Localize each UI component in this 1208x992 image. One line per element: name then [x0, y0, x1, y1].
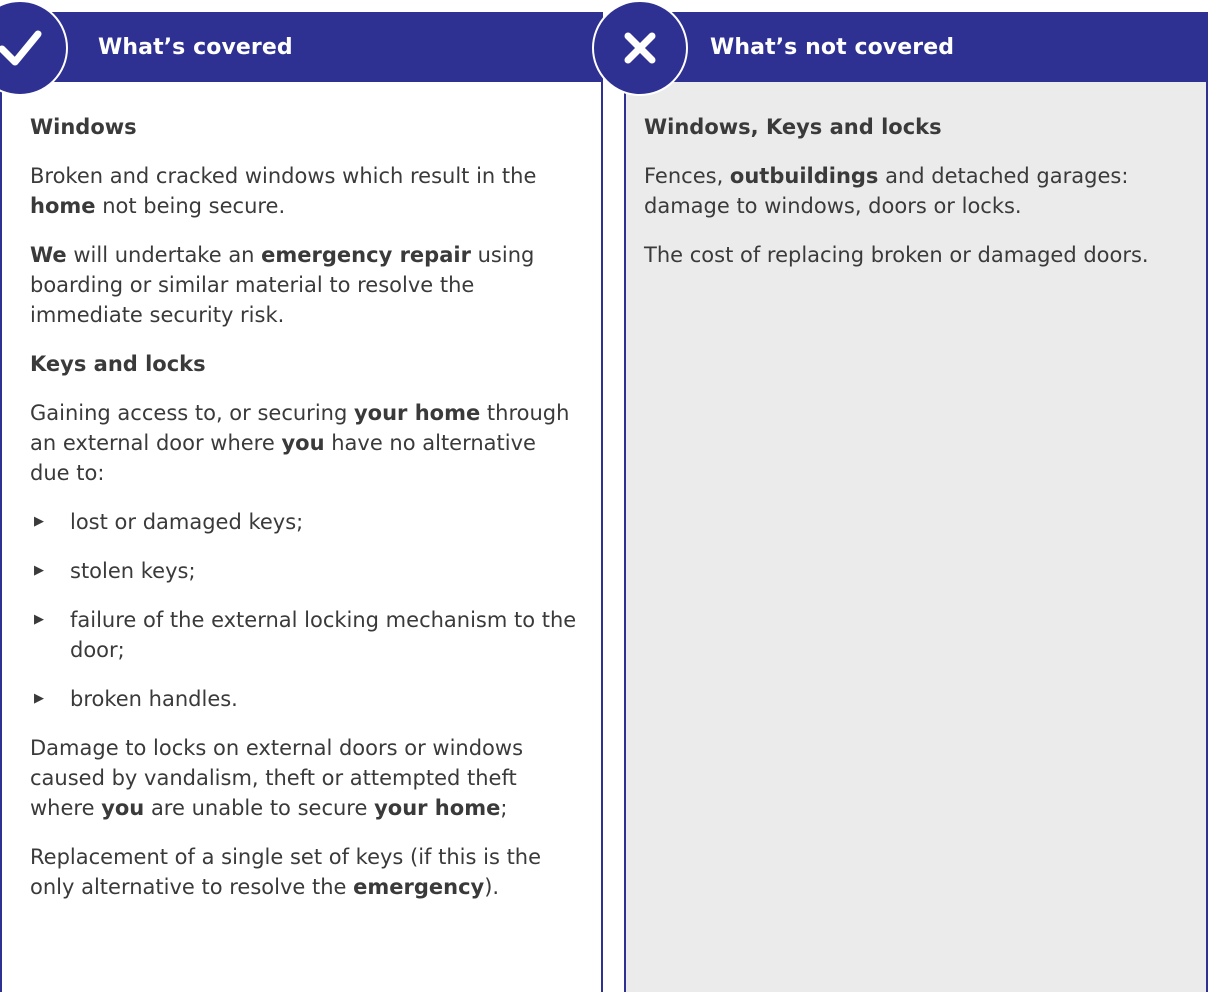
covered-content: Windows Broken and cracked windows which…: [30, 112, 577, 921]
list-item: ▶ broken handles.: [30, 684, 577, 714]
windows-paragraph-2: We will undertake an emergency repair us…: [30, 243, 535, 327]
not-covered-content: Windows, Keys and locks Fences, outbuild…: [644, 112, 1182, 289]
keys-bullet-list: ▶ lost or damaged keys; ▶ stolen keys; ▶ fa…: [30, 507, 577, 714]
not-covered-column: What’s not covered Windows, Keys and loc…: [592, 0, 1208, 992]
policy-coverage-page: What’s covered Windows Broken and cracke…: [0, 0, 1208, 992]
not-covered-header-bar: What’s not covered: [624, 12, 1208, 82]
triangle-bullet-icon: ▶: [34, 612, 44, 627]
windows-heading: Windows: [30, 115, 137, 139]
covered-column: What’s covered Windows Broken and cracke…: [0, 0, 603, 992]
not-covered-heading: Windows, Keys and locks: [644, 115, 942, 139]
covered-header-bar: What’s covered: [0, 12, 603, 82]
covered-header-title: What’s covered: [98, 34, 293, 60]
not-covered-paragraph-2: The cost of replacing broken or damaged …: [644, 243, 1149, 267]
windows-paragraph-1: Broken and cracked windows which result …: [30, 164, 537, 218]
triangle-bullet-icon: ▶: [34, 563, 44, 578]
damage-paragraph: Damage to locks on external doors or win…: [30, 736, 524, 820]
replacement-paragraph: Replacement of a single set of keys (if …: [30, 845, 542, 899]
keys-heading: Keys and locks: [30, 352, 206, 376]
triangle-bullet-icon: ▶: [34, 691, 44, 706]
keys-paragraph-1: Gaining access to, or securing your home…: [30, 401, 570, 485]
list-item: ▶ failure of the external locking mechani…: [30, 605, 577, 665]
list-item: ▶ lost or damaged keys;: [30, 507, 577, 537]
not-covered-header-title: What’s not covered: [710, 34, 955, 60]
triangle-bullet-icon: ▶: [34, 514, 44, 529]
cross-icon: [592, 0, 688, 96]
list-item: ▶ stolen keys;: [30, 556, 577, 586]
not-covered-paragraph-1: Fences, outbuildings and detached garage…: [644, 164, 1129, 218]
